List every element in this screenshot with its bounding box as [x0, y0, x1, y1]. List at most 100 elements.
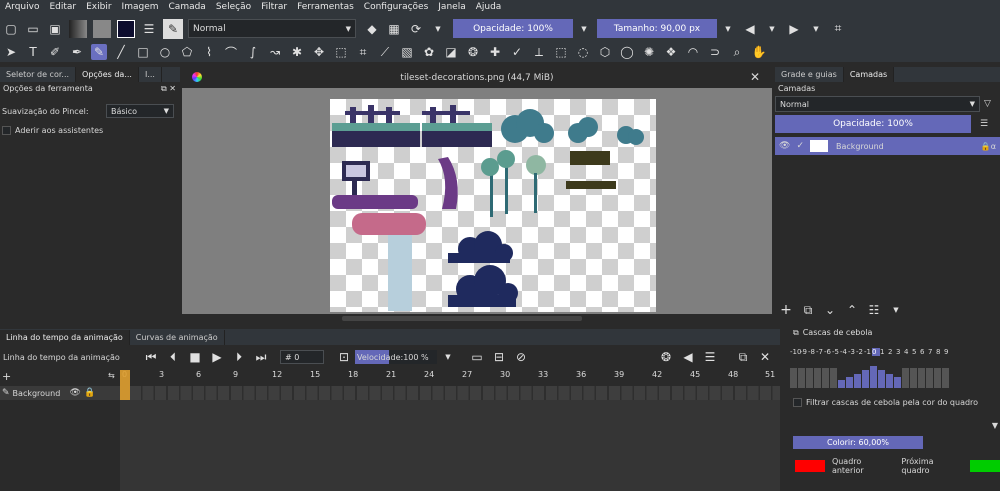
- menu-ferramentas[interactable]: Ferramentas: [292, 0, 359, 15]
- menu-icon[interactable]: ☰: [702, 349, 718, 365]
- close-document-icon[interactable]: ✕: [750, 70, 760, 84]
- freehand-brush-icon[interactable]: ✎: [91, 44, 107, 60]
- layer-opacity-slider[interactable]: Opacidade: 100%: [775, 115, 971, 133]
- onion-number[interactable]: 9: [944, 348, 952, 356]
- tab-grid-guides[interactable]: Grade e guias: [775, 67, 844, 82]
- zoom-tool-icon[interactable]: ⌕: [729, 44, 745, 60]
- menu-arquivo[interactable]: Arquivo: [0, 0, 44, 15]
- onion-number[interactable]: -3: [848, 348, 856, 356]
- prev-frame-color[interactable]: [795, 460, 825, 472]
- menu-icon[interactable]: ☰: [980, 119, 988, 129]
- frame-cells[interactable]: [130, 386, 780, 400]
- chevron-down-icon[interactable]: ▼: [720, 21, 736, 37]
- measure-tool-icon[interactable]: ⟂: [531, 44, 547, 60]
- similar-select-icon[interactable]: ❖: [663, 44, 679, 60]
- menu-editar[interactable]: Editar: [44, 0, 81, 15]
- magnetic-select-icon[interactable]: ⊃: [707, 44, 723, 60]
- reload-icon[interactable]: ⟳: [408, 21, 424, 37]
- onion-number[interactable]: -4: [840, 348, 848, 356]
- first-frame-icon[interactable]: ⏮: [143, 349, 159, 365]
- menu-imagem[interactable]: Imagem: [117, 0, 164, 15]
- onion-number[interactable]: 2: [888, 348, 896, 356]
- menu-exibir[interactable]: Exibir: [81, 0, 116, 15]
- chevron-down-icon[interactable]: ▼: [576, 21, 592, 37]
- eyedropper-icon[interactable]: ⟋: [377, 44, 393, 60]
- onion-number[interactable]: 7: [928, 348, 936, 356]
- calligraphy-icon[interactable]: ✒: [69, 44, 85, 60]
- brush-preset-icon[interactable]: ✎: [163, 18, 183, 39]
- onion-skins-icon[interactable]: ❂: [658, 349, 674, 365]
- settings-icon[interactable]: ⊘: [513, 349, 529, 365]
- onion-filter-checkbox[interactable]: [793, 398, 802, 407]
- fill-tool-icon[interactable]: ◪: [443, 44, 459, 60]
- menu-janela[interactable]: Janela: [433, 0, 470, 15]
- open-document-icon[interactable]: ▭: [25, 21, 41, 37]
- onion-number[interactable]: 5: [912, 348, 920, 356]
- move-up-icon[interactable]: ⌃: [844, 302, 860, 318]
- text-tool-icon[interactable]: T: [25, 44, 41, 60]
- menu-ajuda[interactable]: Ajuda: [471, 0, 507, 15]
- brush-settings-icon[interactable]: ☰: [141, 21, 157, 37]
- add-layer-icon[interactable]: +: [2, 370, 11, 383]
- stop-icon[interactable]: ■: [187, 349, 203, 365]
- check-icon[interactable]: ✓: [790, 141, 804, 151]
- tab-layers[interactable]: Camadas: [843, 67, 895, 82]
- freehand-select-icon[interactable]: ◯: [619, 44, 635, 60]
- transform-tool-icon[interactable]: ⬚: [333, 44, 349, 60]
- rectangle-tool-icon[interactable]: □: [135, 44, 151, 60]
- layer-row-background[interactable]: 👁 ✓ Background 🔒α: [775, 137, 1000, 155]
- layer-pin-icon[interactable]: ⇆: [108, 371, 115, 380]
- previous-frame-icon[interactable]: ⏴: [165, 349, 181, 365]
- crop-icon[interactable]: ⌗: [830, 21, 846, 37]
- assistants-checkbox[interactable]: [2, 126, 11, 135]
- filter-icon[interactable]: ▽: [984, 99, 991, 109]
- freehand-path-icon[interactable]: ∫: [245, 44, 261, 60]
- pattern-icon[interactable]: [93, 19, 111, 38]
- opacity-slider[interactable]: Opacidade: 100%: [453, 19, 573, 38]
- chevron-down-icon[interactable]: ▼: [808, 21, 824, 37]
- onion-number[interactable]: -7: [816, 348, 824, 356]
- play-icon[interactable]: ▶: [209, 349, 225, 365]
- document-canvas[interactable]: [330, 99, 656, 312]
- ellipse-tool-icon[interactable]: ○: [157, 44, 173, 60]
- layer-lock-icon[interactable]: 🔒α: [981, 142, 1000, 151]
- onion-number[interactable]: 0: [872, 348, 880, 356]
- mirror-horizontal-icon[interactable]: ◀: [742, 21, 758, 37]
- dynamic-brush-icon[interactable]: ↝: [267, 44, 283, 60]
- crop-tool-icon[interactable]: ⌗: [355, 44, 371, 60]
- onion-number[interactable]: -5: [832, 348, 840, 356]
- next-frame-color[interactable]: [970, 460, 1000, 472]
- assistant-tool-icon[interactable]: ✓: [509, 44, 525, 60]
- frame-ruler[interactable]: 0 3 6 9 12 15 18 21 24 27 30 33 36 39 42…: [120, 370, 780, 382]
- ellipse-select-icon[interactable]: ◌: [575, 44, 591, 60]
- chevron-down-icon[interactable]: ▼: [992, 421, 998, 430]
- close-icon[interactable]: ✕: [169, 84, 176, 93]
- visibility-icon[interactable]: 👁: [775, 141, 790, 151]
- onion-number[interactable]: -9: [800, 348, 808, 356]
- contiguous-select-icon[interactable]: ✺: [641, 44, 657, 60]
- eraser-icon[interactable]: ◆: [364, 21, 380, 37]
- auto-key-icon[interactable]: ⊟: [491, 349, 507, 365]
- pattern-edit-icon[interactable]: ❂: [465, 44, 481, 60]
- color-swatch-icon[interactable]: [117, 19, 135, 38]
- last-frame-icon[interactable]: ⏭: [253, 349, 269, 365]
- onion-number[interactable]: -8: [808, 348, 816, 356]
- menu-selecao[interactable]: Seleção: [211, 0, 256, 15]
- bezier-select-icon[interactable]: ◠: [685, 44, 701, 60]
- float-icon[interactable]: ⧉: [735, 349, 751, 365]
- next-frame-icon[interactable]: ⏵: [231, 349, 247, 365]
- tab-other[interactable]: I...: [139, 67, 162, 82]
- close-icon[interactable]: ✕: [757, 349, 773, 365]
- float-icon[interactable]: ⧉: [161, 84, 167, 93]
- blend-mode-select[interactable]: Normal ▼: [188, 19, 356, 38]
- visibility-icon[interactable]: 👁: [70, 388, 81, 398]
- onion-opacity-bars[interactable]: [790, 360, 1000, 388]
- tab-color-selector[interactable]: Seletor de cor...: [0, 67, 77, 82]
- onion-number[interactable]: 1: [880, 348, 888, 356]
- gradient-tool-icon[interactable]: ▧: [399, 44, 415, 60]
- mirror-vertical-icon[interactable]: ▶: [786, 21, 802, 37]
- polygon-tool-icon[interactable]: ⬠: [179, 44, 195, 60]
- tab-tool-options[interactable]: Opções da...: [76, 67, 139, 82]
- tab-animation-timeline[interactable]: Linha do tempo da animação: [0, 329, 130, 345]
- smoothing-select[interactable]: Básico ▼: [106, 104, 174, 118]
